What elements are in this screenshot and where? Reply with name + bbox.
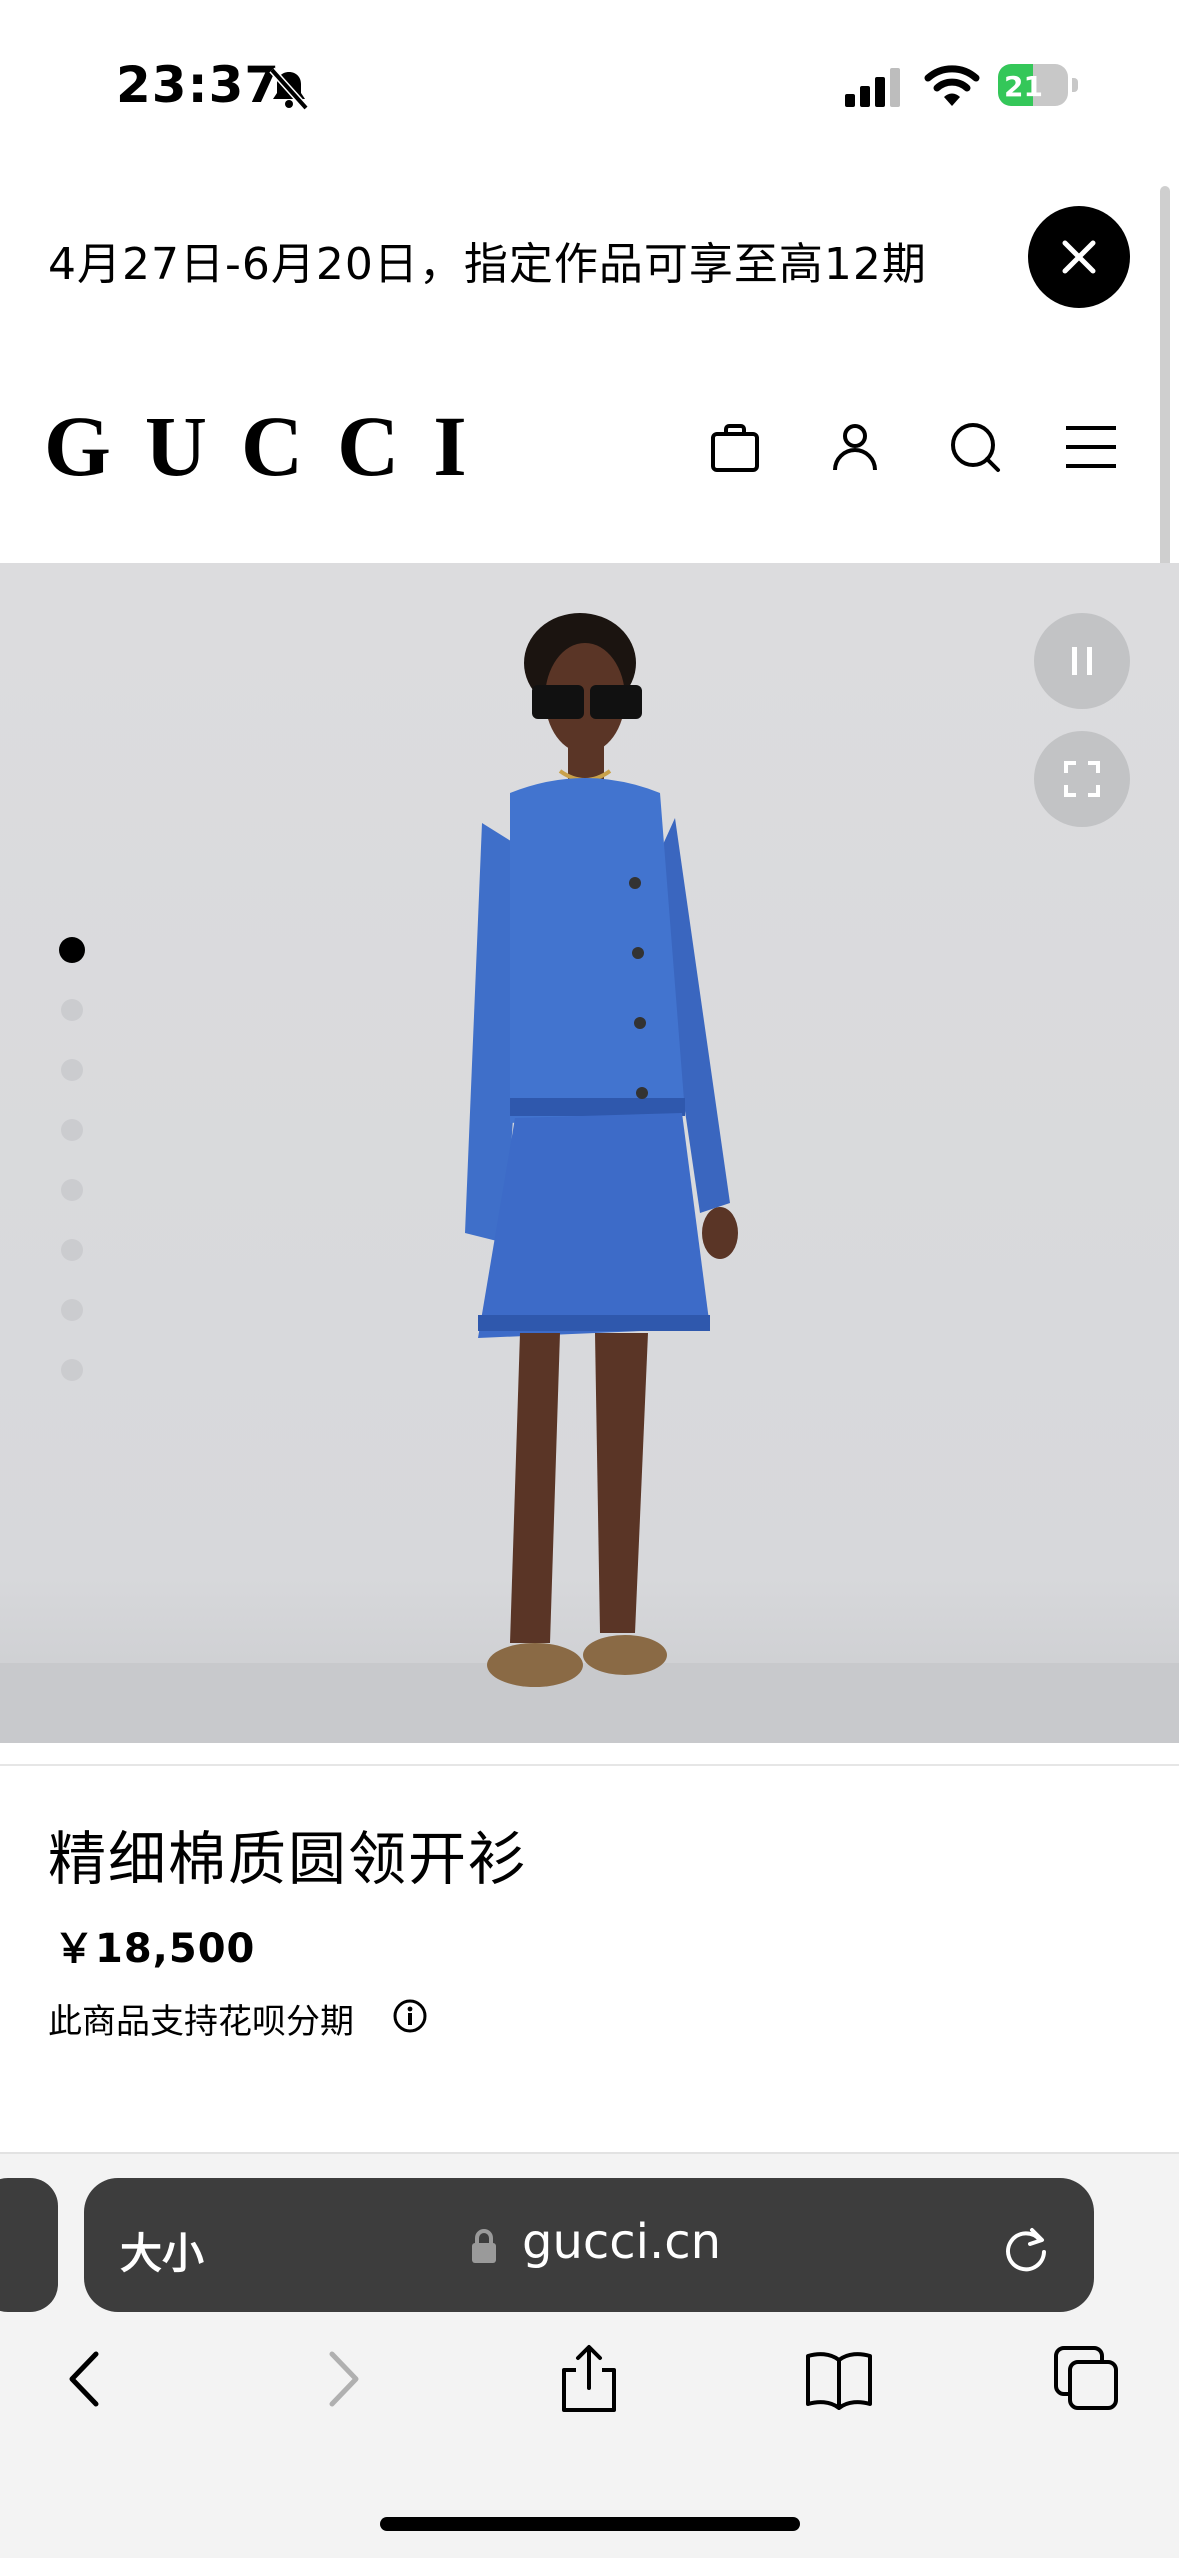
- status-time: 23:37: [116, 56, 281, 114]
- promo-close-button[interactable]: [1028, 206, 1130, 308]
- carousel-dot-8[interactable]: [61, 1359, 83, 1381]
- installment-note: 此商品支持花呗分期: [48, 2002, 354, 2042]
- share-icon[interactable]: [554, 2344, 624, 2414]
- wifi-icon: [924, 65, 980, 106]
- bell-slash-icon: [269, 67, 309, 111]
- product-hero-media[interactable]: [0, 563, 1179, 1743]
- previous-tab-preview[interactable]: [0, 2178, 58, 2312]
- home-indicator[interactable]: [380, 2517, 800, 2531]
- carousel-dot-2[interactable]: [61, 999, 83, 1021]
- reload-icon[interactable]: [1000, 2222, 1052, 2274]
- bookmarks-icon[interactable]: [804, 2344, 874, 2414]
- cellular-signal-icon: [845, 68, 900, 107]
- product-price: ￥18,500: [54, 1926, 256, 1972]
- account-icon[interactable]: [828, 420, 882, 474]
- carousel-dot-4[interactable]: [61, 1119, 83, 1141]
- shopping-bag-icon[interactable]: [708, 420, 762, 474]
- fullscreen-button[interactable]: [1034, 731, 1130, 827]
- section-divider: [0, 1764, 1179, 1766]
- tabs-icon[interactable]: [1052, 2344, 1122, 2414]
- pause-icon: [1072, 647, 1092, 675]
- back-icon[interactable]: [52, 2344, 122, 2414]
- carousel-dot-5[interactable]: [61, 1179, 83, 1201]
- model-figure: [465, 613, 738, 1687]
- info-icon[interactable]: [392, 1998, 428, 2034]
- promo-banner-text[interactable]: 4月27日-6月20日，指定作品可享至高12期: [48, 228, 968, 292]
- forward-icon[interactable]: [306, 2344, 376, 2414]
- carousel-dot-1[interactable]: [59, 937, 85, 963]
- carousel-dot-3[interactable]: [61, 1059, 83, 1081]
- close-icon: [1062, 240, 1096, 274]
- product-name: 精细棉质圆领开衫: [48, 1825, 529, 1893]
- carousel-dot-7[interactable]: [61, 1299, 83, 1321]
- battery-charging-icon: 21: [998, 64, 1080, 108]
- text-size-button[interactable]: 大小: [120, 2220, 204, 2281]
- battery-level: 21: [1004, 70, 1043, 103]
- url-text[interactable]: gucci.cn: [522, 2214, 721, 2270]
- carousel-dot-6[interactable]: [61, 1239, 83, 1261]
- brand-logo[interactable]: GUCCI: [44, 396, 501, 496]
- lock-icon: [472, 2229, 496, 2263]
- menu-icon[interactable]: [1064, 420, 1118, 474]
- search-icon[interactable]: [948, 420, 1002, 474]
- fullscreen-icon: [1064, 761, 1100, 797]
- pause-button[interactable]: [1034, 613, 1130, 709]
